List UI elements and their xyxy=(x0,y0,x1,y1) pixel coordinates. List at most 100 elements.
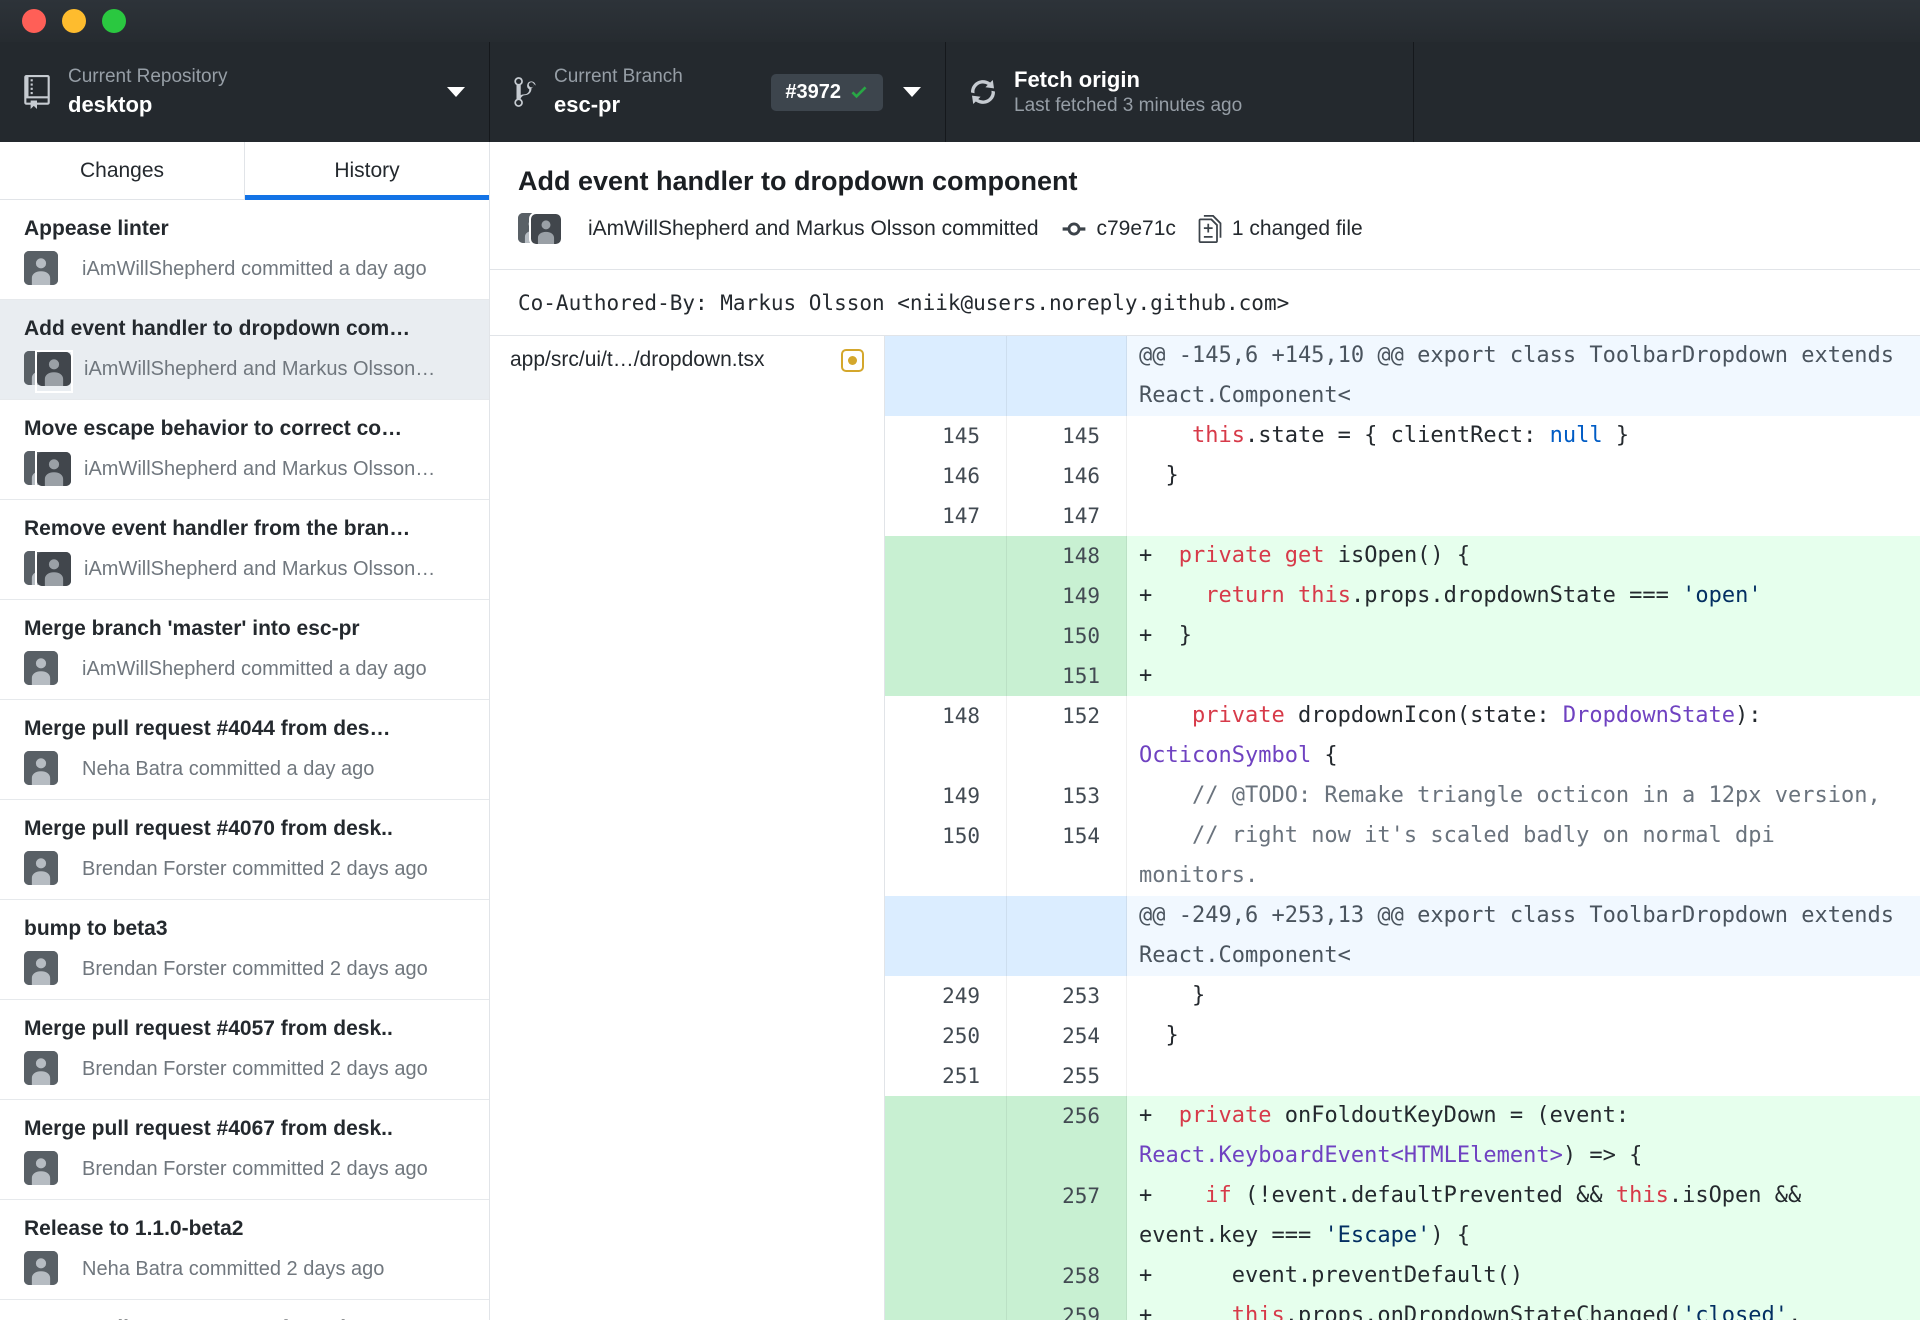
commit-list-item[interactable]: Appease linter iAmWillShepherd committed … xyxy=(0,200,489,300)
sidebar-tabs: Changes History xyxy=(0,142,489,200)
new-line-number: 147 xyxy=(1007,496,1127,536)
new-line-number: 145 xyxy=(1007,416,1127,456)
new-line-number: 259 xyxy=(1007,1296,1127,1320)
commit-list-item[interactable]: bump to beta3 Brendan Forster committed 2… xyxy=(0,900,489,1000)
commit-list-item[interactable]: Merge pull request #4067 from desk.. Bren… xyxy=(0,1100,489,1200)
commit-item-meta: Neha Batra committed 2 days ago xyxy=(82,1257,385,1280)
window-controls xyxy=(22,9,126,33)
avatar xyxy=(24,651,58,685)
commit-item-avatars xyxy=(24,550,73,593)
old-line-number xyxy=(885,1296,1007,1320)
commit-list-item[interactable]: Merge pull request #4057 from desk.. Bren… xyxy=(0,1000,489,1100)
current-branch-value: esc-pr xyxy=(554,92,621,118)
new-line-number xyxy=(1007,896,1127,976)
new-line-number: 152 xyxy=(1007,696,1127,776)
current-repository-label: Current Repository xyxy=(68,66,228,88)
fetch-origin-button[interactable]: Fetch origin Last fetched 3 minutes ago xyxy=(946,42,1414,142)
commit-item-title: Merge pull request #4067 from desk.. xyxy=(24,1117,393,1140)
diff-code-text: @@ -145,6 +145,10 @@ export class Toolba… xyxy=(1139,343,1908,408)
commit-description: Co-Authored-By: Markus Olsson <niik@user… xyxy=(490,270,1920,336)
sync-icon xyxy=(970,76,996,108)
commit-item-title: Merge pull request #4057 from desk.. xyxy=(24,1017,393,1040)
new-line-number: 253 xyxy=(1007,976,1127,1016)
file-list-item[interactable]: app/src/ui/t…/dropdown.tsx xyxy=(490,336,884,384)
diff-code-text: + } xyxy=(1139,623,1192,648)
tab-history[interactable]: History xyxy=(244,142,489,200)
commit-authors: iAmWillShepherd and Markus Olsson commit… xyxy=(588,217,1039,240)
old-line-number: 147 xyxy=(885,496,1007,536)
old-line-number xyxy=(885,1096,1007,1176)
avatar xyxy=(24,1151,58,1185)
old-line-number: 149 xyxy=(885,776,1007,816)
git-commit-icon xyxy=(1061,216,1087,242)
chevron-down-icon xyxy=(447,87,465,97)
diff-file-icon xyxy=(1198,215,1222,243)
old-line-number xyxy=(885,536,1007,576)
diff-line: 249 253 } xyxy=(885,976,1920,1016)
diff-hunk-header: @@ -145,6 +145,10 @@ export class Toolba… xyxy=(885,336,1920,416)
avatar xyxy=(24,751,58,785)
new-line-number: 257 xyxy=(1007,1176,1127,1256)
old-line-number xyxy=(885,616,1007,656)
file-status-modified-icon xyxy=(841,348,864,372)
commit-item-avatar xyxy=(24,1051,70,1087)
old-line-number: 251 xyxy=(885,1056,1007,1096)
current-branch-button[interactable]: Current Branch esc-pr #3972 xyxy=(490,42,946,142)
diff-line: 150 + } xyxy=(885,616,1920,656)
commit-item-meta: Neha Batra committed a day ago xyxy=(82,757,375,780)
toolbar: Current Repository desktop Current Branc… xyxy=(0,42,1920,142)
commit-list-item[interactable]: Release to 1.1.0-beta2 Neha Batra committ… xyxy=(0,1200,489,1300)
commit-item-title: Merge pull request #4044 from des… xyxy=(24,717,391,740)
diff-line: 250 254 } xyxy=(885,1016,1920,1056)
commit-item-avatar xyxy=(24,951,70,987)
check-icon xyxy=(851,86,867,99)
old-line-number xyxy=(885,1176,1007,1256)
diff-code-text: + if (!event.defaultPrevented && this.is… xyxy=(1139,1183,1815,1248)
commit-history-list: Appease linter iAmWillShepherd committed … xyxy=(0,200,489,1320)
diff-code-text: + return this.props.dropdownState === 'o… xyxy=(1139,583,1762,608)
commit-list-item[interactable]: Merge pull request #4044 from des… Neha B… xyxy=(0,700,489,800)
commit-list-item[interactable]: Remove event handler from the bran… iAmW… xyxy=(0,500,489,600)
new-line-number: 256 xyxy=(1007,1096,1127,1176)
commit-item-meta: Brendan Forster committed 2 days ago xyxy=(82,1057,428,1080)
old-line-number: 146 xyxy=(885,456,1007,496)
changed-files-panel: app/src/ui/t…/dropdown.tsx xyxy=(490,336,885,1320)
diff-code-text: } xyxy=(1139,463,1179,488)
chevron-down-icon xyxy=(903,87,921,97)
diff-code-text: // @TODO: Remake triangle octicon in a 1… xyxy=(1139,783,1881,808)
commit-list-item[interactable]: Merge pull request #4072 from des… xyxy=(0,1300,489,1320)
diff-line: 257 + if (!event.defaultPrevented && this… xyxy=(885,1176,1920,1256)
commit-item-avatar xyxy=(24,751,70,787)
commit-item-meta: iAmWillShepherd and Markus Olsson… xyxy=(84,457,436,480)
avatar xyxy=(37,552,71,586)
fetch-origin-label: Fetch origin xyxy=(1014,67,1140,93)
commit-list-item[interactable]: Merge pull request #4070 from desk.. Bren… xyxy=(0,800,489,900)
diff-code-text: this.state = { clientRect: null } xyxy=(1191,423,1630,448)
commit-list-item[interactable]: Merge branch 'master' into esc-pr iAmWill… xyxy=(0,600,489,700)
commit-item-meta: iAmWillShepherd committed a day ago xyxy=(82,257,427,280)
close-window-button[interactable] xyxy=(22,9,46,33)
commit-item-avatar xyxy=(24,251,70,287)
diff-line: 147 147 xyxy=(885,496,1920,536)
commit-list-item[interactable]: Move escape behavior to correct co… iAmW… xyxy=(0,400,489,500)
tab-changes[interactable]: Changes xyxy=(0,142,244,199)
old-line-number xyxy=(885,336,1007,416)
commit-item-title: Merge pull request #4070 from desk.. xyxy=(24,817,393,840)
new-line-number: 154 xyxy=(1007,816,1127,896)
commit-item-meta: iAmWillShepherd and Markus Olsson… xyxy=(84,557,436,580)
repo-icon xyxy=(24,75,50,109)
minimize-window-button[interactable] xyxy=(62,9,86,33)
diff-code-text: + this.props.onDropdownStateChanged('clo… xyxy=(1139,1303,1815,1320)
old-line-number: 249 xyxy=(885,976,1007,1016)
commit-item-meta: iAmWillShepherd and Markus Olsson… xyxy=(84,357,436,380)
sidebar: Changes History Appease linter iAmWillShe… xyxy=(0,142,490,1320)
current-repository-button[interactable]: Current Repository desktop xyxy=(0,42,490,142)
commit-item-meta: iAmWillShepherd committed a day ago xyxy=(82,657,427,680)
commit-sha: c79e71c xyxy=(1096,217,1176,240)
old-line-number xyxy=(885,656,1007,696)
commit-item-avatars xyxy=(24,450,73,493)
commit-list-item[interactable]: Add event handler to dropdown com… iAmWi… xyxy=(0,300,489,400)
zoom-window-button[interactable] xyxy=(102,9,126,33)
avatar xyxy=(24,1051,58,1085)
new-line-number: 258 xyxy=(1007,1256,1127,1296)
